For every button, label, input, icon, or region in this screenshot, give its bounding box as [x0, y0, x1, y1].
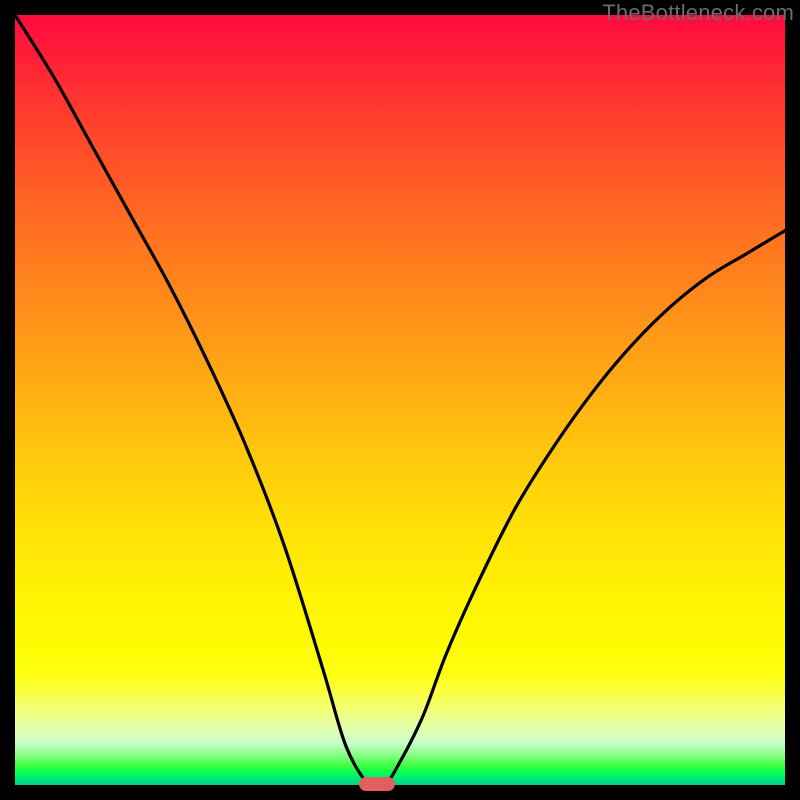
bottleneck-curve-path — [15, 15, 785, 785]
curve-svg — [15, 15, 785, 785]
optimal-point-marker — [359, 777, 395, 791]
watermark-text: TheBottleneck.com — [602, 0, 794, 26]
plot-area — [15, 15, 785, 785]
bottleneck-chart: TheBottleneck.com — [0, 0, 800, 800]
